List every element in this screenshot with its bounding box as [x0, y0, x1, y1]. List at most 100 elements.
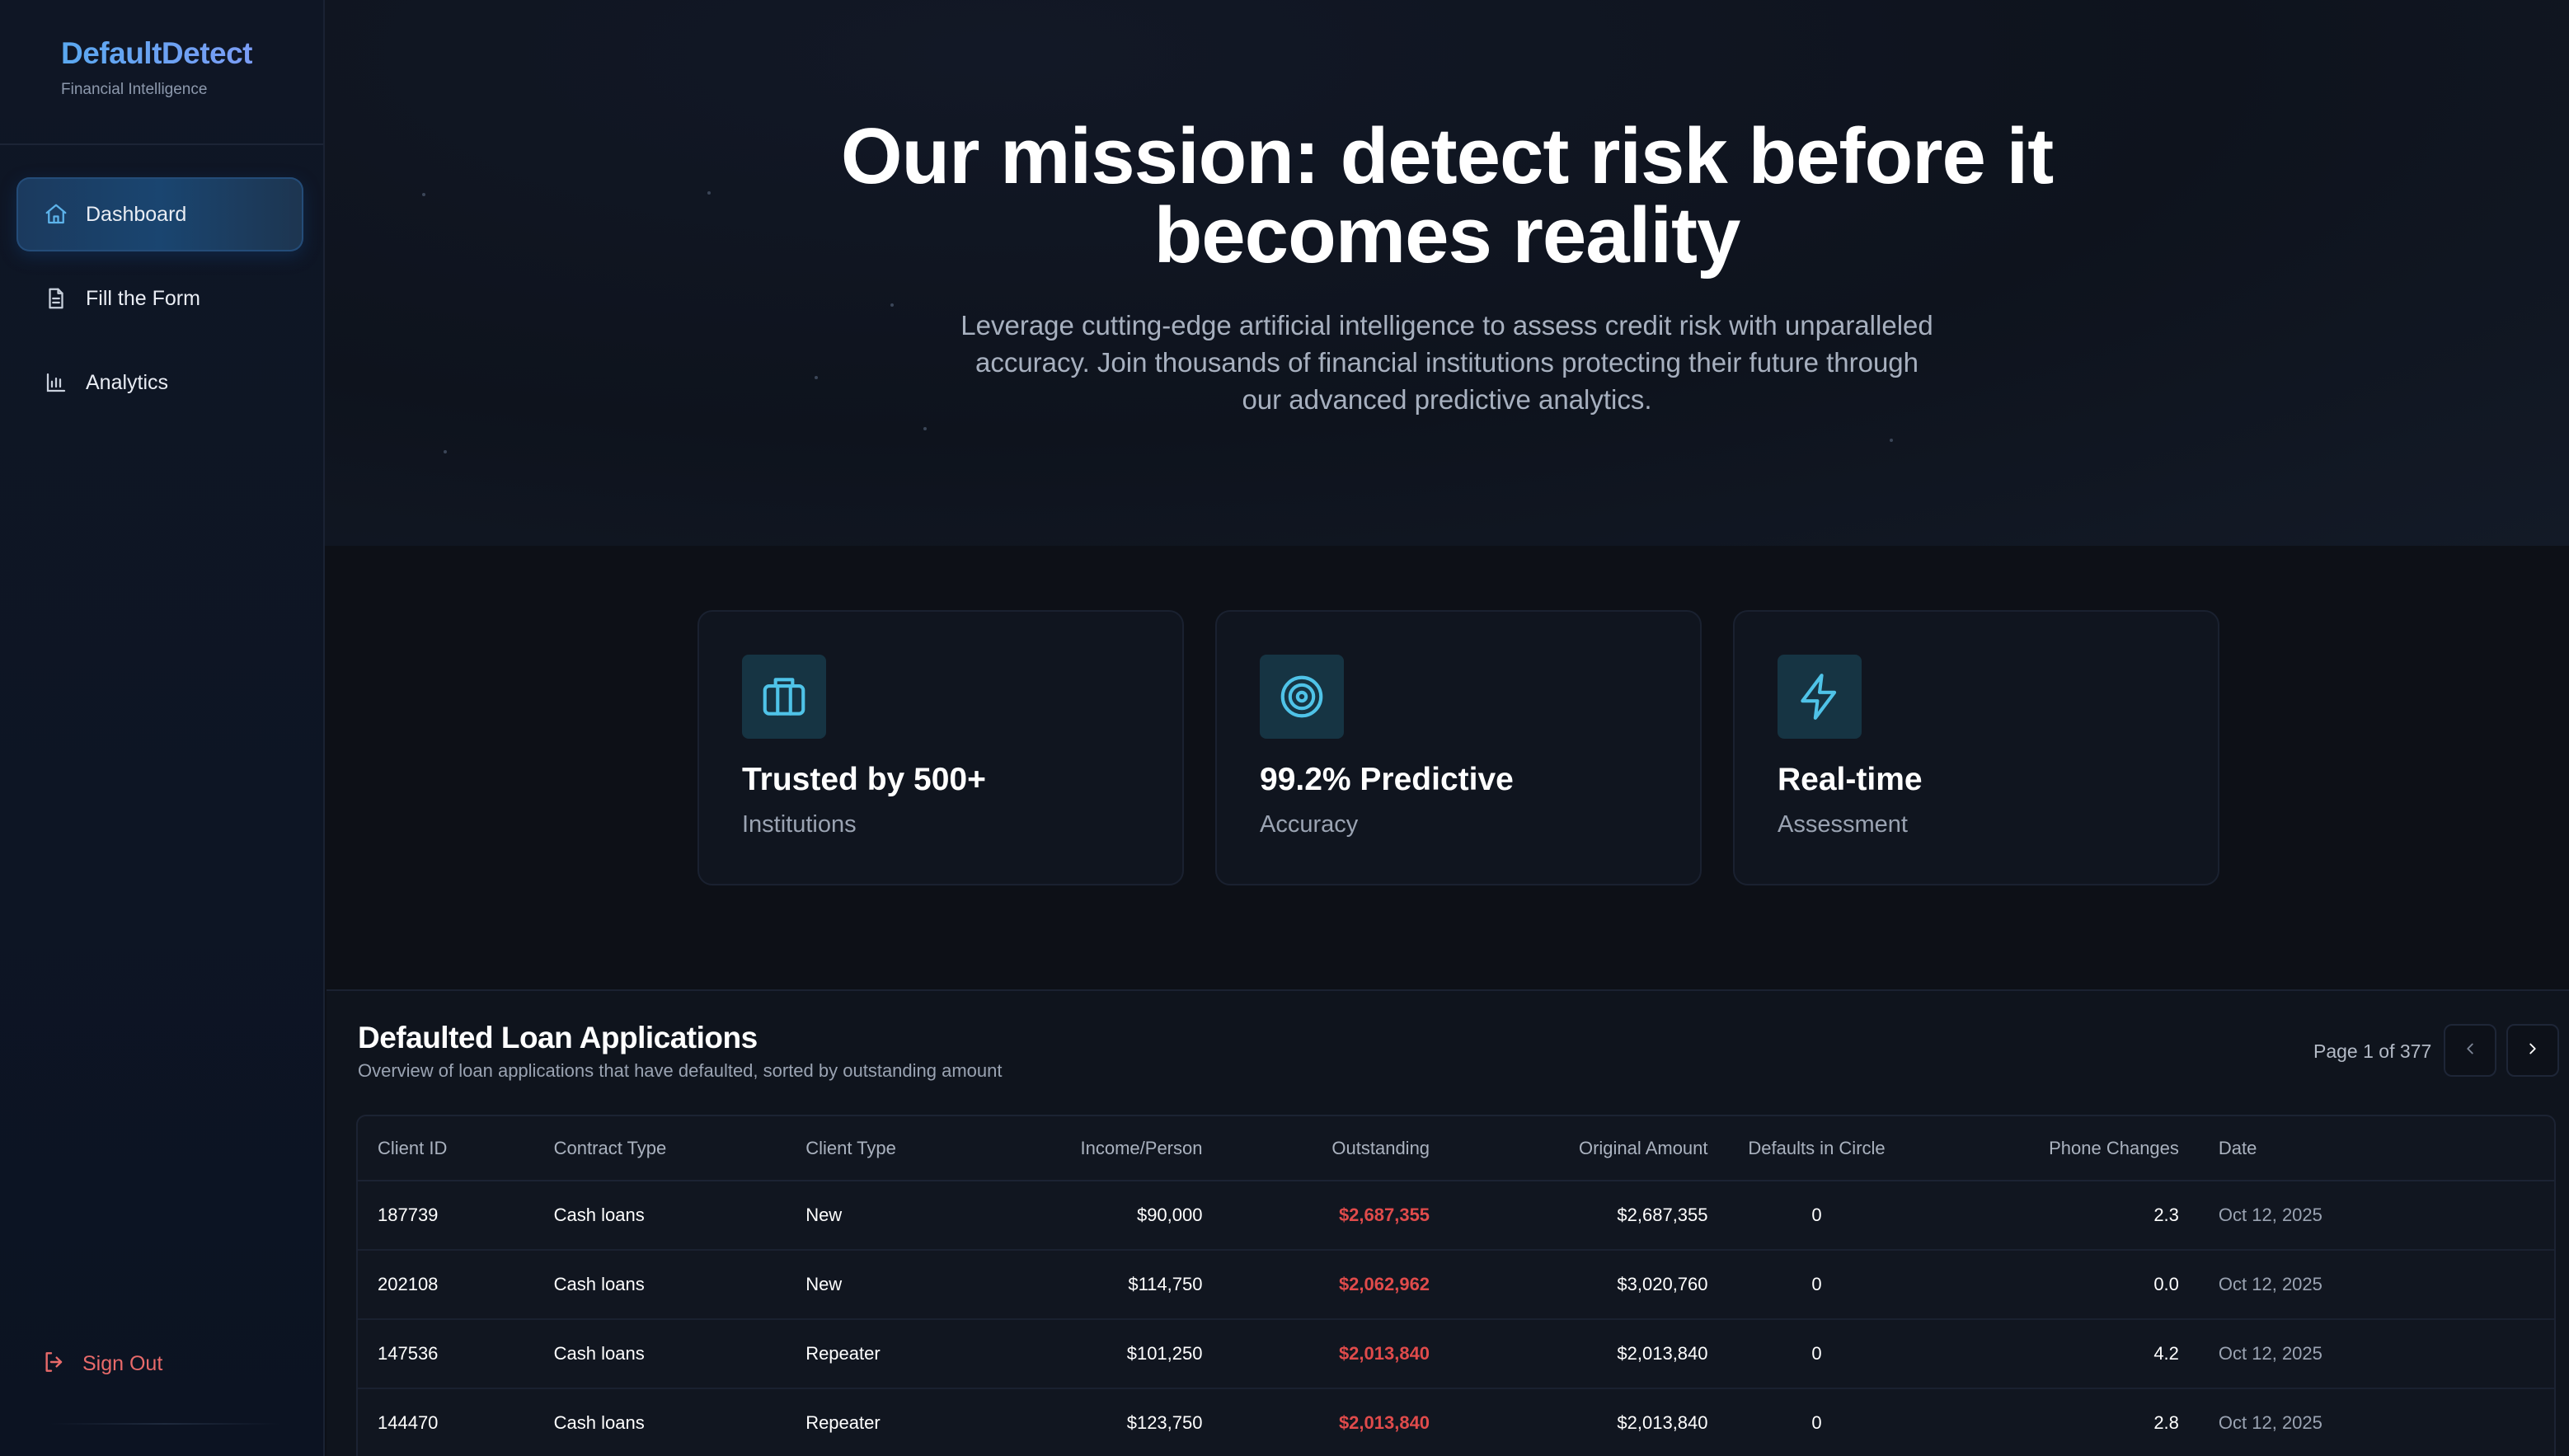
- sidebar-item-label: Analytics: [86, 370, 169, 394]
- hero-title-line-2: becomes reality: [1153, 191, 1741, 279]
- section-title: Defaulted Loan Applications: [358, 1021, 758, 1054]
- cell-client-id: 202108: [358, 1250, 534, 1320]
- sidebar-divider: [0, 143, 323, 145]
- cell-phone-changes: 2.3: [1905, 1181, 2199, 1251]
- feature-subtitle: Institutions: [742, 811, 857, 838]
- table-row[interactable]: 187739 Cash loans New $90,000 $2,687,355…: [358, 1181, 2554, 1251]
- app-root: DefaultDetect Financial Intelligence Das…: [0, 0, 2569, 1456]
- cell-original-amount: $2,013,840: [1449, 1319, 1728, 1389]
- cell-income: $114,750: [951, 1250, 1223, 1320]
- hero-section: Our mission: detect risk before it becom…: [325, 0, 2569, 546]
- hero-title: Our mission: detect risk before it becom…: [325, 117, 2569, 275]
- cell-client-type: Repeater: [786, 1319, 951, 1389]
- feature-title: 99.2% Predictive: [1260, 762, 1514, 797]
- sidebar-item-label: Dashboard: [86, 202, 187, 226]
- cell-defaults-in-circle: 0: [1727, 1250, 1906, 1320]
- brand-title: DefaultDetect: [61, 36, 253, 70]
- sidebar-nav: Dashboard Fill the Form Analytics: [16, 177, 303, 430]
- hero-subtitle: Leverage cutting-edge artificial intelli…: [960, 310, 1933, 415]
- cell-outstanding: $2,013,840: [1222, 1388, 1450, 1456]
- pagination-status: Page 1 of 377: [2313, 1040, 2432, 1062]
- cell-phone-changes: 2.8: [1905, 1388, 2199, 1456]
- feature-title: Trusted by 500+: [742, 762, 986, 797]
- sign-out-icon: [41, 1349, 68, 1379]
- column-header-outstanding[interactable]: Outstanding: [1222, 1116, 1450, 1181]
- briefcase-icon: [742, 655, 826, 739]
- section-subtitle: Overview of loan applications that have …: [358, 1060, 1003, 1081]
- cell-defaults-in-circle: 0: [1727, 1388, 1906, 1456]
- cell-outstanding: $2,062,962: [1222, 1250, 1450, 1320]
- feature-card-realtime: Real-time Assessment: [1733, 610, 2219, 885]
- cell-income: $123,750: [951, 1388, 1223, 1456]
- cell-contract-type: Cash loans: [533, 1250, 787, 1320]
- table-row[interactable]: 202108 Cash loans New $114,750 $2,062,96…: [358, 1250, 2554, 1320]
- decorative-dot: [890, 303, 894, 307]
- brand-subtitle: Financial Intelligence: [61, 81, 208, 98]
- column-header-phone-changes[interactable]: Phone Changes: [1905, 1116, 2199, 1181]
- feature-subtitle: Accuracy: [1260, 811, 1359, 838]
- cell-client-type: New: [786, 1250, 951, 1320]
- sidebar-item-dashboard[interactable]: Dashboard: [16, 177, 303, 251]
- cell-client-id: 144470: [358, 1388, 534, 1456]
- cell-date: Oct 12, 2025: [2198, 1181, 2554, 1251]
- loans-table-container: Client ID Contract Type Client Type Inco…: [356, 1115, 2556, 1456]
- cell-contract-type: Cash loans: [533, 1388, 787, 1456]
- lightning-icon: [1778, 655, 1862, 739]
- cell-contract-type: Cash loans: [533, 1181, 787, 1251]
- cell-date: Oct 12, 2025: [2198, 1319, 2554, 1389]
- column-header-date[interactable]: Date: [2198, 1116, 2554, 1181]
- cell-outstanding: $2,013,840: [1222, 1319, 1450, 1389]
- column-header-client-id[interactable]: Client ID: [358, 1116, 534, 1181]
- column-header-client-type[interactable]: Client Type: [786, 1116, 951, 1181]
- cell-phone-changes: 0.0: [1905, 1250, 2199, 1320]
- cell-client-type: Repeater: [786, 1388, 951, 1456]
- sidebar-item-fill-form[interactable]: Fill the Form: [16, 261, 303, 336]
- loans-table: Client ID Contract Type Client Type Inco…: [358, 1116, 2554, 1456]
- sidebar-bottom-divider: [49, 1423, 280, 1425]
- cell-original-amount: $3,020,760: [1449, 1250, 1728, 1320]
- cell-client-id: 147536: [358, 1319, 534, 1389]
- chevron-left-icon: [2461, 1040, 2479, 1062]
- cell-defaults-in-circle: 0: [1727, 1319, 1906, 1389]
- cell-client-type: New: [786, 1181, 951, 1251]
- brand[interactable]: DefaultDetect Financial Intelligence: [61, 36, 253, 99]
- cell-income: $101,250: [951, 1319, 1223, 1389]
- next-page-button[interactable]: [2506, 1024, 2559, 1077]
- sidebar-item-analytics[interactable]: Analytics: [16, 345, 303, 420]
- home-icon: [43, 201, 69, 228]
- decorative-dot: [923, 427, 927, 430]
- feature-title: Real-time: [1778, 762, 1923, 797]
- feature-card-trusted: Trusted by 500+ Institutions: [697, 610, 1184, 885]
- cell-date: Oct 12, 2025: [2198, 1388, 2554, 1456]
- cell-original-amount: $2,013,840: [1449, 1388, 1728, 1456]
- cell-contract-type: Cash loans: [533, 1319, 787, 1389]
- hero-title-line-1: Our mission: detect risk before it: [840, 112, 2054, 200]
- decorative-dot: [815, 376, 818, 379]
- feature-card-accuracy: 99.2% Predictive Accuracy: [1215, 610, 1702, 885]
- previous-page-button[interactable]: [2444, 1024, 2496, 1077]
- cell-phone-changes: 4.2: [1905, 1319, 2199, 1389]
- sign-out-button[interactable]: Sign Out: [41, 1349, 162, 1379]
- sign-out-label: Sign Out: [82, 1352, 163, 1375]
- document-icon: [43, 285, 69, 312]
- chevron-right-icon: [2524, 1040, 2542, 1062]
- feature-subtitle: Assessment: [1778, 811, 1908, 838]
- column-header-income[interactable]: Income/Person: [951, 1116, 1223, 1181]
- target-icon: [1260, 655, 1344, 739]
- table-row[interactable]: 147536 Cash loans Repeater $101,250 $2,0…: [358, 1319, 2554, 1389]
- table-header-row: Client ID Contract Type Client Type Inco…: [358, 1116, 2554, 1181]
- table-row[interactable]: 144470 Cash loans Repeater $123,750 $2,0…: [358, 1388, 2554, 1456]
- decorative-dot: [1890, 439, 1893, 442]
- column-header-original-amount[interactable]: Original Amount: [1449, 1116, 1728, 1181]
- column-header-contract-type[interactable]: Contract Type: [533, 1116, 787, 1181]
- decorative-dot: [444, 450, 447, 453]
- defaulted-loans-section: Defaulted Loan Applications Overview of …: [326, 989, 2569, 1456]
- sidebar-item-label: Fill the Form: [86, 286, 200, 310]
- cell-original-amount: $2,687,355: [1449, 1181, 1728, 1251]
- cell-outstanding: $2,687,355: [1222, 1181, 1450, 1251]
- cell-client-id: 187739: [358, 1181, 534, 1251]
- sidebar: DefaultDetect Financial Intelligence Das…: [0, 0, 325, 1456]
- column-header-defaults-in-circle[interactable]: Defaults in Circle: [1727, 1116, 1906, 1181]
- cell-defaults-in-circle: 0: [1727, 1181, 1906, 1251]
- cell-date: Oct 12, 2025: [2198, 1250, 2554, 1320]
